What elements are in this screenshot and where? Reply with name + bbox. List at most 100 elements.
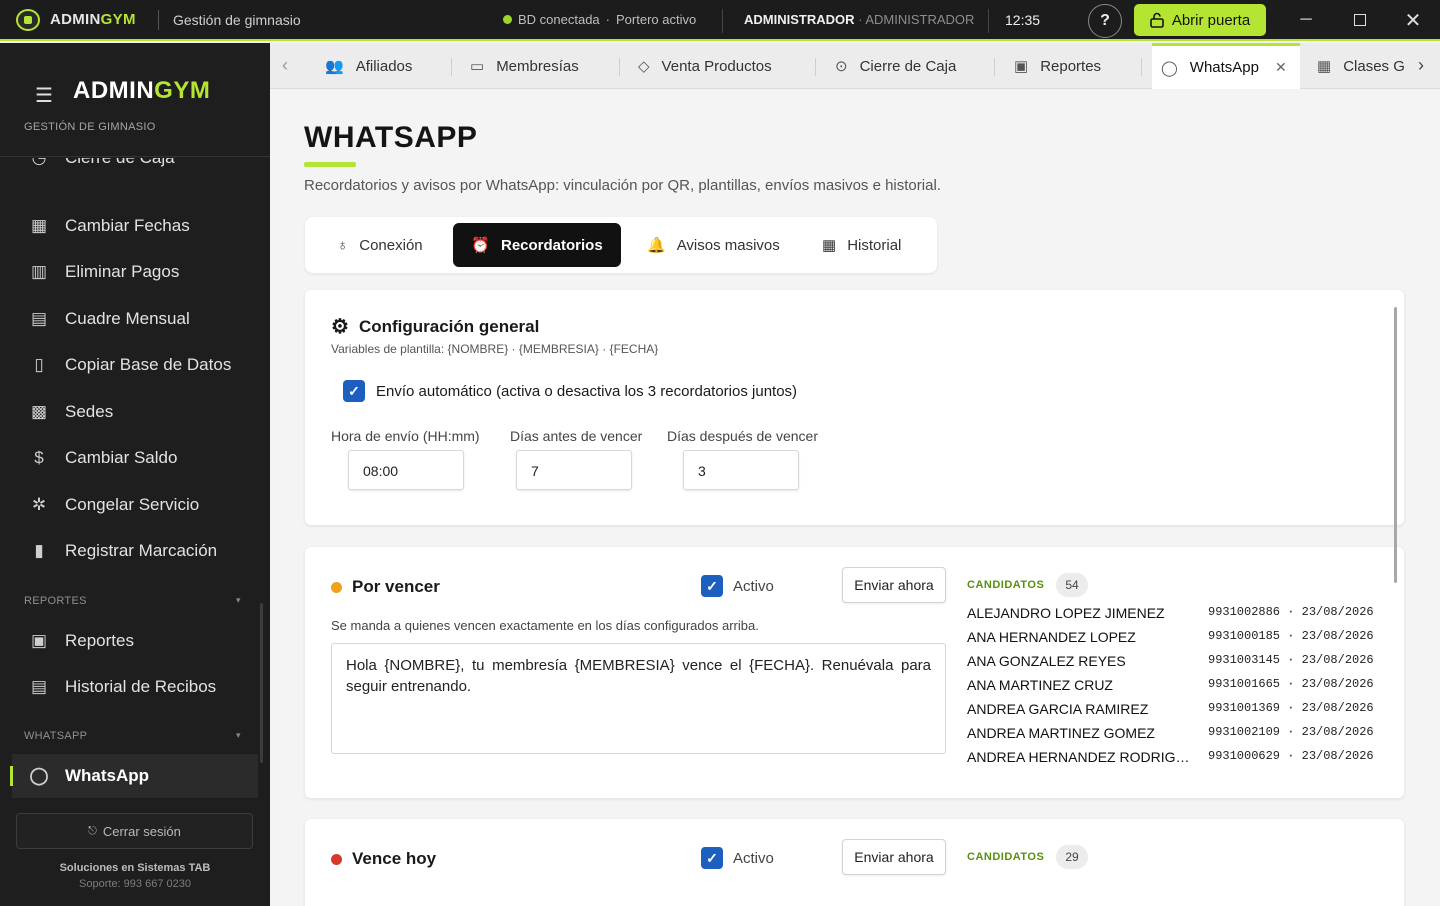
- sidebar-item-label: Registrar Marcación: [65, 541, 218, 560]
- tab-clases[interactable]: ▦ Clases G: [1317, 43, 1405, 89]
- main-content: WHATSAPP Recordatorios y avisos por What…: [270, 89, 1440, 906]
- subtab-historial[interactable]: ▦ Historial: [808, 223, 915, 267]
- config-title-text: Configuración general: [358, 316, 540, 336]
- chevron-right-icon[interactable]: ›: [1418, 55, 1424, 76]
- list-item: ANDREA HERNANDEZ RODRIGUEZ 9931000629 · 2…: [967, 749, 1387, 773]
- checkbox-checked-icon[interactable]: ✓: [701, 847, 723, 869]
- sidebar-item-cambiar-saldo[interactable]: $ Cambiar Saldo: [0, 436, 258, 480]
- sidebar-item-historial-de-recibos[interactable]: ▤ Historial de Recibos: [0, 665, 258, 709]
- tab-membresias[interactable]: ▭ Membresías: [470, 43, 579, 89]
- close-tab-icon[interactable]: ✕: [1275, 59, 1287, 76]
- alarm-clock-icon: ⏰: [471, 237, 490, 254]
- candidate-name: ANDREA HERNANDEZ RODRIGUEZ: [967, 749, 1197, 765]
- money-bag-icon: ⊙: [835, 58, 848, 75]
- subtab-conexion[interactable]: ♁ Conexión: [323, 223, 437, 267]
- sidebar-item-eliminar-pagos[interactable]: ▥ Eliminar Pagos: [0, 250, 258, 294]
- minimize-icon[interactable]: ─: [1294, 8, 1318, 32]
- dollar-icon: $: [34, 448, 44, 467]
- chevron-down-icon[interactable]: ▾: [236, 730, 241, 741]
- sidebar-scrollbar[interactable]: [260, 603, 263, 763]
- calendar-icon: ▦: [1317, 58, 1332, 75]
- phone-icon: ▮: [34, 541, 44, 560]
- sidebar-item-label: Cambiar Saldo: [65, 448, 178, 467]
- days-before-label: Días antes de vencer: [510, 428, 643, 444]
- subtab-avisos-masivos[interactable]: 🔔 Avisos masivos: [633, 223, 794, 267]
- reminder-note: Se manda a quienes vencen exactamente en…: [331, 618, 759, 633]
- tab-venta-productos[interactable]: ◇ Venta Productos: [638, 43, 772, 89]
- send-now-button[interactable]: Enviar ahora: [842, 839, 946, 875]
- candidates-label: CANDIDATOS: [967, 579, 1045, 591]
- sidebar-item-label: Historial de Recibos: [65, 677, 217, 696]
- chevron-left-icon[interactable]: ‹: [282, 55, 288, 76]
- receipt-icon: ▤: [30, 677, 48, 696]
- footer-support: Soporte: 993 667 0230: [79, 878, 191, 890]
- auto-send-toggle[interactable]: ✓ Envío automático (activa o desactiva l…: [343, 380, 797, 402]
- maximize-icon[interactable]: [1348, 8, 1372, 32]
- reminder-title: Vence hoy: [331, 849, 436, 869]
- days-after-input[interactable]: 3: [683, 450, 799, 490]
- sidebar-brand: ADMINGYM: [73, 77, 210, 105]
- gym-logo-icon: [16, 8, 40, 31]
- sidebar-item-cuadre-mensual[interactable]: ▤ Cuadre Mensual: [0, 297, 258, 341]
- chat-bubble-icon: ◯: [1161, 59, 1178, 77]
- reminder-active-toggle[interactable]: ✓ Activo: [701, 847, 774, 869]
- checkbox-checked-icon[interactable]: ✓: [343, 380, 365, 402]
- page-title: WHATSAPP: [304, 121, 478, 154]
- sidebar-menu: ◷ Cierre de Caja ▦ Cambiar Fechas ▥ Elimina…: [0, 158, 270, 798]
- sidebar-item-label: Cambiar Fechas: [65, 216, 190, 235]
- reminder-title-text: Vence hoy: [352, 849, 437, 868]
- door-status: Portero activo: [616, 12, 697, 27]
- sidebar-item-congelar-servicio[interactable]: ✲ Congelar Servicio: [0, 483, 258, 527]
- logout-icon: ⎋: [88, 824, 97, 837]
- config-card: ⚙ Configuración general Variables de plan…: [305, 290, 1404, 525]
- close-icon[interactable]: ✕: [1401, 8, 1425, 32]
- candidate-name: ANDREA GARCIA RAMIREZ: [967, 701, 1149, 717]
- sidebar-item-sedes[interactable]: ▩ Sedes: [0, 390, 258, 434]
- users-icon: 👥: [325, 58, 344, 75]
- sidebar-subtitle: GESTIÓN DE GIMNASIO: [24, 121, 156, 133]
- sidebar-item-copiar-base-de-datos[interactable]: ▯ Copiar Base de Datos: [0, 343, 258, 387]
- tab-afiliados[interactable]: 👥 Afiliados: [325, 43, 412, 89]
- candidate-name: ANA GONZALEZ REYES: [967, 653, 1126, 669]
- tab-reportes[interactable]: ▣ Reportes: [1014, 43, 1101, 89]
- title-bar: ADMINGYM Gestión de gimnasio BD conectad…: [0, 0, 1440, 41]
- candidates-label: CANDIDATOS: [967, 851, 1045, 863]
- status-dot-icon: [331, 853, 342, 865]
- candidates-header: CANDIDATOS 29: [967, 845, 1088, 869]
- sidebar-item-cambiar-fechas[interactable]: ▦ Cambiar Fechas: [0, 204, 258, 248]
- reminder-active-toggle[interactable]: ✓ Activo: [701, 575, 774, 597]
- template-variables: Variables de plantilla: {NOMBRE} · {MEMB…: [331, 342, 659, 356]
- checkbox-checked-icon[interactable]: ✓: [701, 575, 723, 597]
- list-item: ANDREA MARTINEZ GOMEZ 9931002109 · 23/08/…: [967, 725, 1387, 749]
- sidebar-item-label: WhatsApp: [65, 766, 150, 785]
- chart-icon: ▣: [30, 631, 48, 650]
- active-label: Activo: [733, 577, 774, 595]
- hour-input[interactable]: 08:00: [348, 450, 464, 490]
- logout-button[interactable]: ⎋ Cerrar sesión: [16, 813, 253, 849]
- database-icon: ▯: [34, 355, 44, 374]
- calculator-icon: ▤: [30, 309, 48, 328]
- sidebar-item-reportes[interactable]: ▣ Reportes: [0, 619, 258, 663]
- calendar-icon: ▦: [822, 237, 837, 254]
- tab-bar: ‹ 👥 Afiliados ▭ Membresías ◇ Venta Producto…: [270, 43, 1440, 89]
- page-scrollbar[interactable]: [1394, 307, 1397, 583]
- menu-icon[interactable]: ☰: [35, 83, 53, 108]
- days-before-input[interactable]: 7: [516, 450, 632, 490]
- sidebar-item-cierre-de-caja[interactable]: ◷ Cierre de Caja: [0, 158, 258, 180]
- sidebar-item-label: Reportes: [65, 631, 134, 650]
- tab-cierre-de-caja[interactable]: ⊙ Cierre de Caja: [835, 43, 956, 89]
- sidebar-item-whatsapp[interactable]: ◯ WhatsApp: [10, 754, 258, 798]
- send-now-button[interactable]: Enviar ahora: [842, 567, 946, 603]
- tab-whatsapp[interactable]: ◯ WhatsApp ✕: [1152, 43, 1300, 89]
- subtab-recordatorios[interactable]: ⏰ Recordatorios: [453, 223, 621, 267]
- chevron-down-icon[interactable]: ▾: [236, 595, 241, 606]
- chart-icon: ▣: [1014, 58, 1029, 75]
- candidate-meta: 9931001369 · 23/08/2026: [1208, 701, 1374, 715]
- help-button[interactable]: ?: [1088, 4, 1122, 38]
- open-door-button[interactable]: Abrir puerta: [1134, 4, 1266, 36]
- sidebar-header: ☰ ADMINGYM GESTIÓN DE GIMNASIO: [0, 43, 270, 157]
- template-textarea[interactable]: Hola {NOMBRE}, tu membresía {MEMBRESIA} …: [331, 643, 946, 754]
- page-description: Recordatorios y avisos por WhatsApp: vin…: [304, 177, 941, 194]
- sidebar-item-registrar-marcacion[interactable]: ▮ Registrar Marcación: [0, 529, 258, 573]
- title-underline: [304, 162, 356, 167]
